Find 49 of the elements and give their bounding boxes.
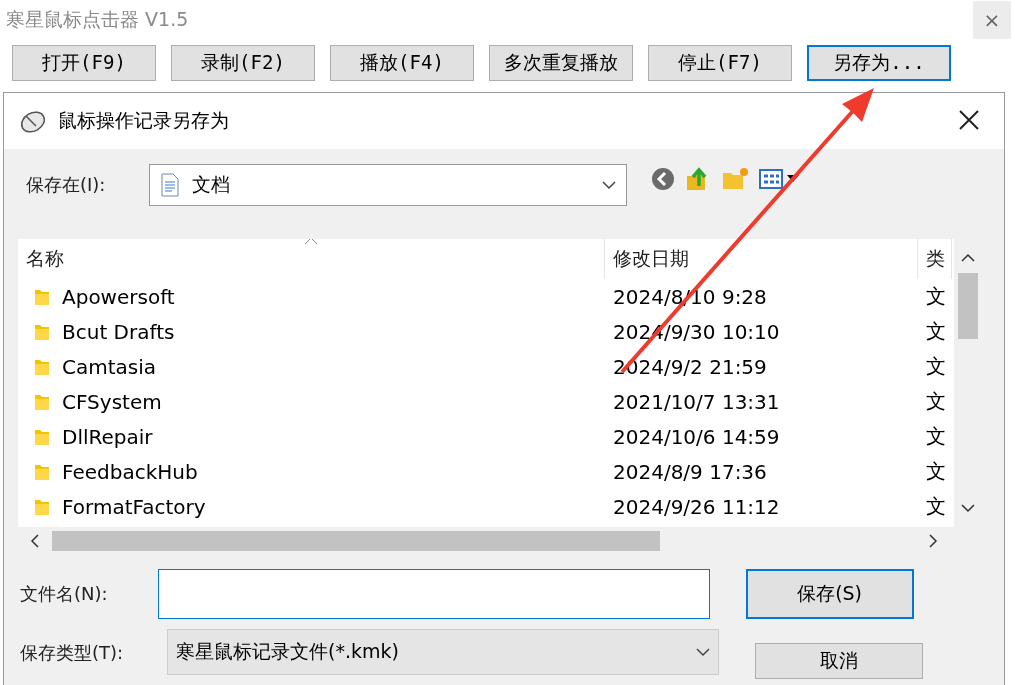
dialog-title: 鼠标操作记录另存为 <box>58 108 230 133</box>
type-cell-text: 文 <box>925 458 947 485</box>
file-name: FormatFactory <box>62 494 206 519</box>
toolbar-button[interactable]: 播放(F4) <box>330 45 474 81</box>
type-cell-text: 文 <box>925 353 947 380</box>
save-button[interactable]: 保存(S) <box>745 569 914 619</box>
type-cell-text: 文 <box>925 318 947 345</box>
sort-caret-icon <box>304 239 318 245</box>
close-icon <box>958 108 980 131</box>
file-name-cell[interactable]: Bcut Drafts <box>18 314 605 349</box>
file-name-cell[interactable]: FormatFactory <box>18 489 605 524</box>
date-cell-text: 2024/9/26 11:12 <box>612 493 781 521</box>
file-name: Apowersoft <box>62 284 175 309</box>
location-dropdown[interactable]: 文档 <box>149 164 628 206</box>
close-button[interactable]: × <box>973 1 1011 39</box>
toolbar-button[interactable]: 打开(F9) <box>12 45 156 81</box>
document-icon <box>160 173 181 197</box>
mouse-icon <box>18 108 48 134</box>
type-cell-text: 文 <box>925 388 947 415</box>
app-title: 寒星鼠标点击器 V1.5 <box>6 7 189 32</box>
file-name-cell[interactable]: CFSystem <box>18 384 605 419</box>
date-cell-text: 2024/8/9 17:36 <box>612 458 768 486</box>
file-name: FeedbackHub <box>62 459 198 484</box>
field-label: 保存类型(T): <box>20 641 124 665</box>
file-name: DllRepair <box>62 424 153 449</box>
field-label: 保存在(I): <box>26 173 106 197</box>
file-type-dropdown[interactable]: 寒星鼠标记录文件(*.kmk) <box>167 629 720 675</box>
file-name: Camtasia <box>62 354 157 379</box>
back-icon[interactable] <box>651 167 676 191</box>
file-name-cell[interactable]: FeedbackHub <box>18 454 605 489</box>
toolbar-button[interactable]: 录制(F2) <box>171 45 315 81</box>
type-cell-text: 文 <box>925 423 947 450</box>
file-name: CFSystem <box>62 389 162 414</box>
chevron-down-icon <box>696 647 711 657</box>
date-cell-text: 2024/10/6 14:59 <box>612 423 781 451</box>
cancel-button[interactable]: 取消 <box>755 643 924 679</box>
file-name-cell[interactable]: Camtasia <box>18 349 605 384</box>
field-label: 文件名(N): <box>20 582 108 606</box>
toolbar-button[interactable]: 多次重复播放 <box>489 45 633 81</box>
file-name-cell[interactable]: DllRepair <box>18 419 605 454</box>
toolbar-button[interactable]: 另存为... <box>807 45 951 81</box>
toolbar-button[interactable]: 停止(F7) <box>648 45 792 81</box>
filename-field[interactable] <box>157 569 710 619</box>
chevron-down-icon <box>602 180 617 190</box>
date-cell-text: 2021/10/7 13:31 <box>612 388 781 416</box>
type-cell-text: 文 <box>925 283 947 310</box>
type-cell-text: 文 <box>925 493 947 520</box>
file-name-cell[interactable]: Apowersoft <box>18 279 605 314</box>
file-name: Bcut Drafts <box>62 319 175 344</box>
